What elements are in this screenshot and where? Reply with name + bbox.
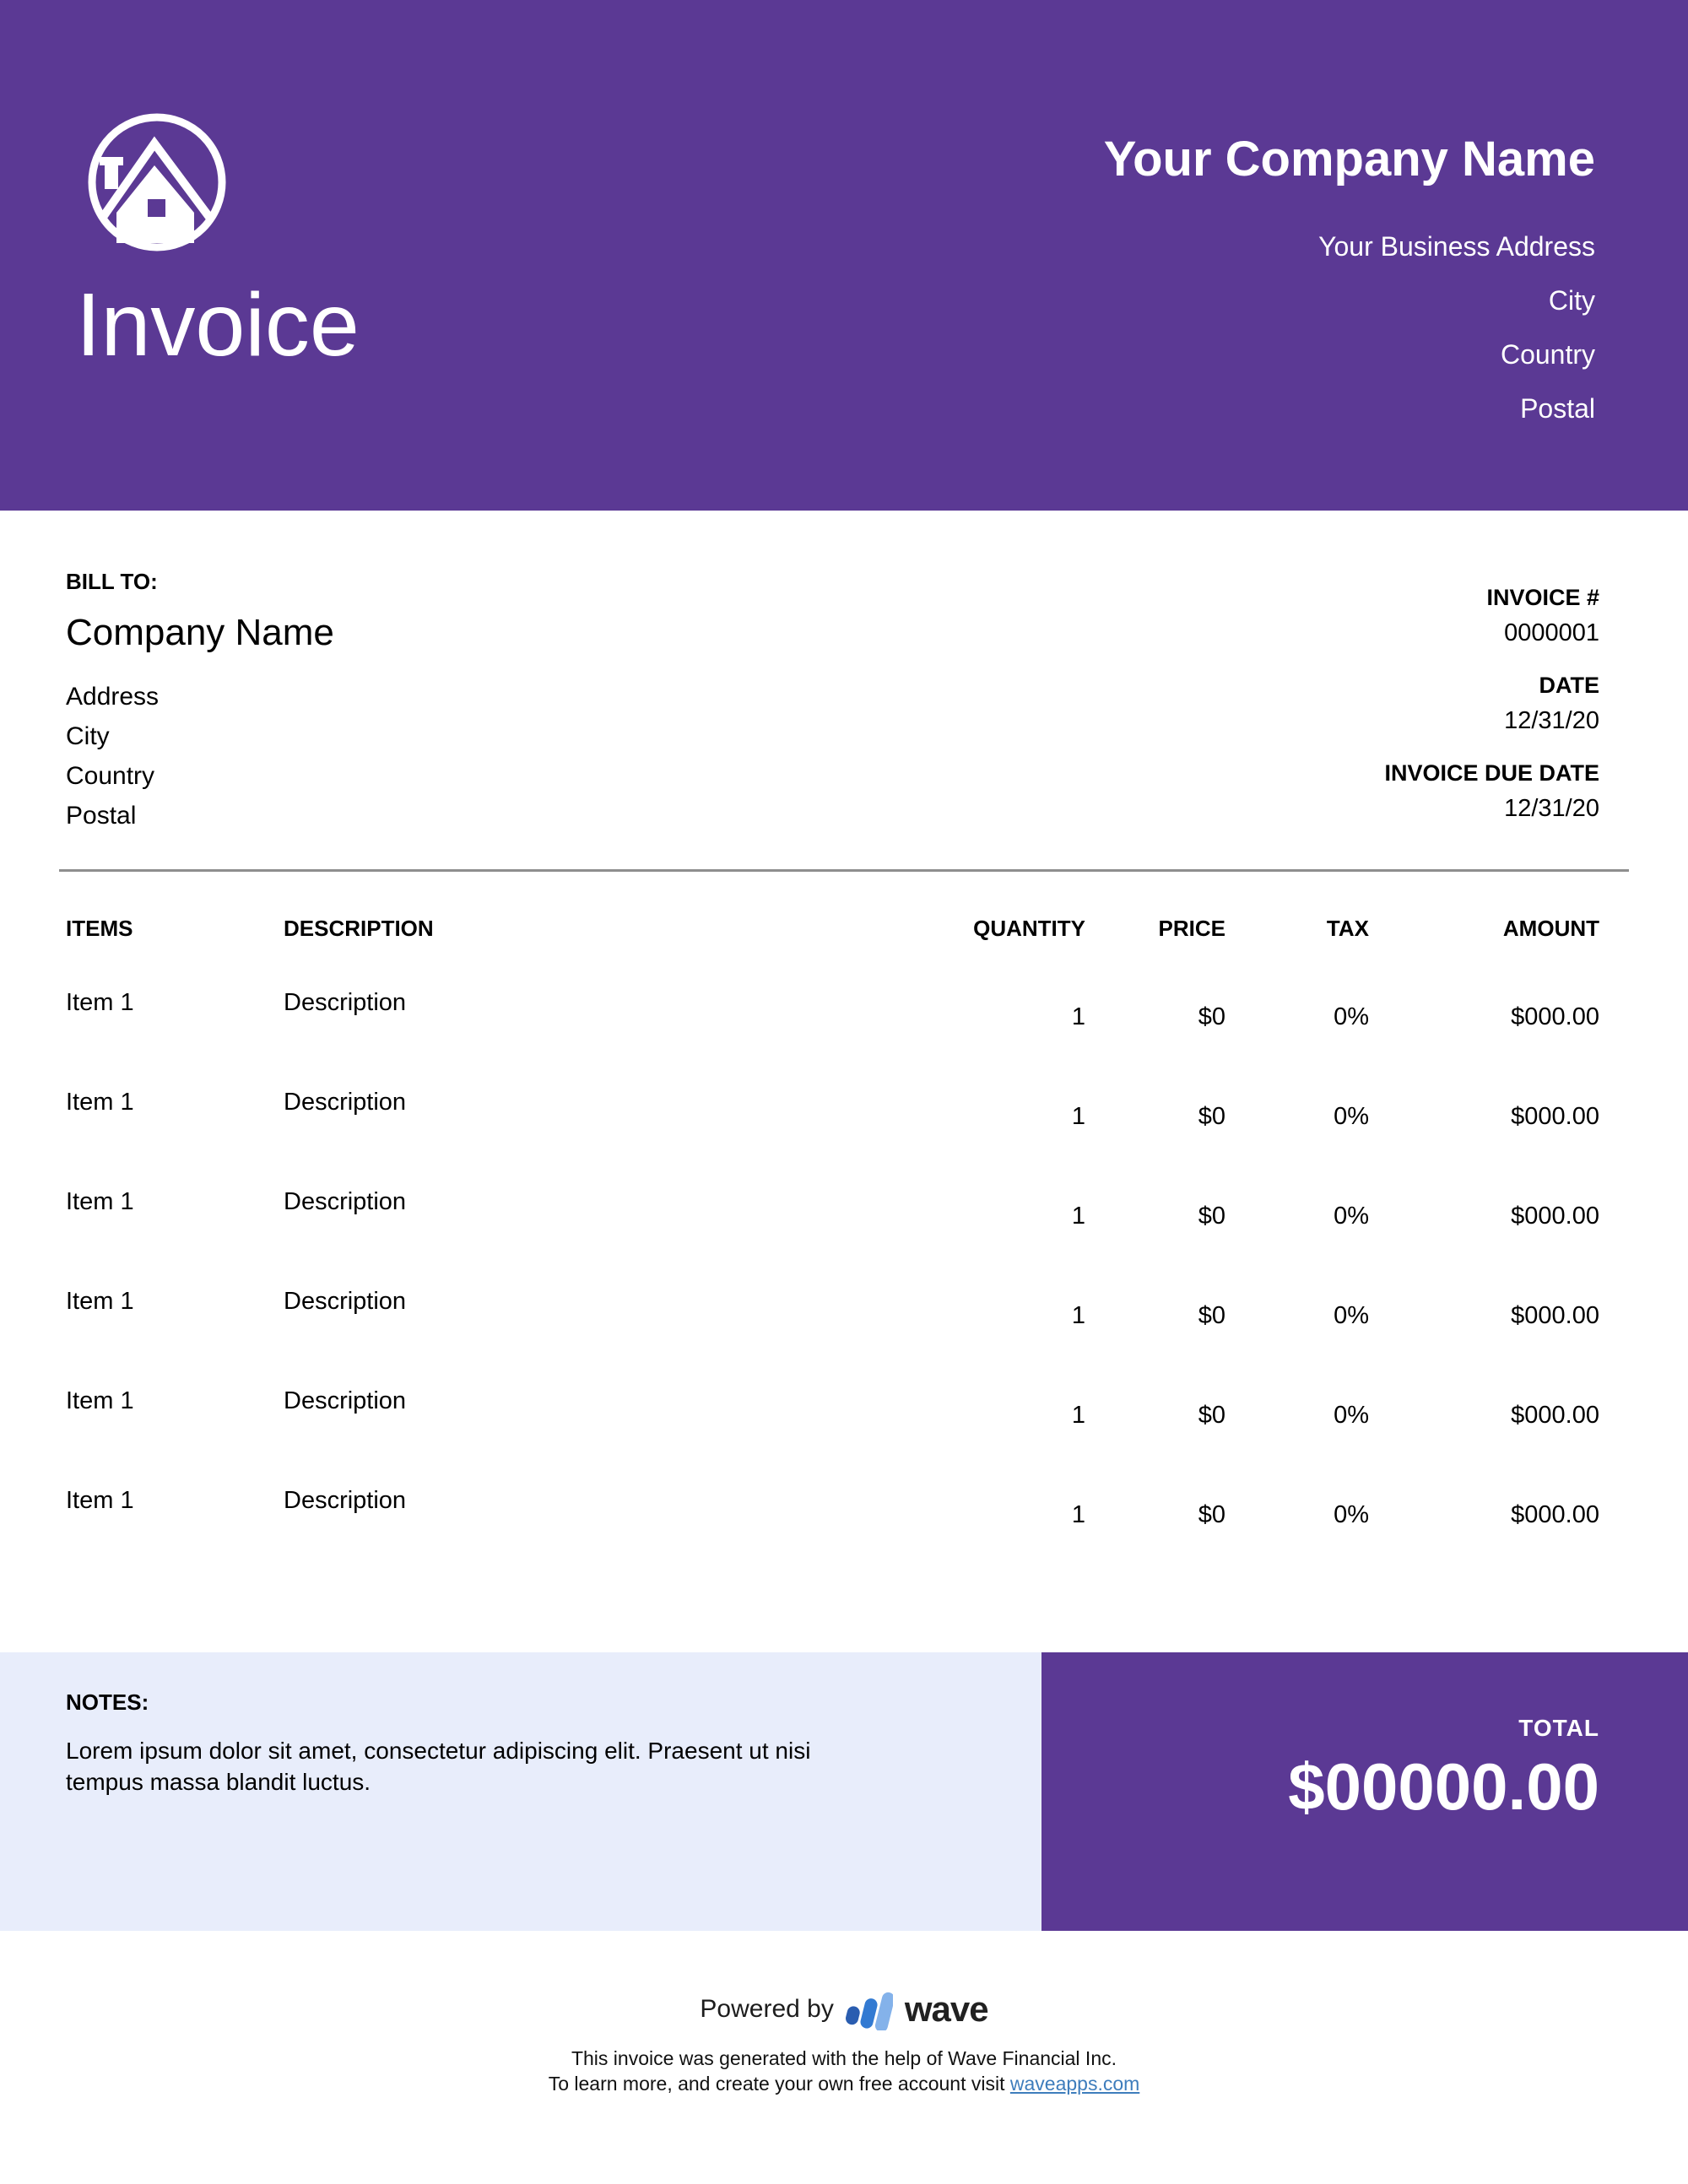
row-item: Item 1: [66, 1387, 134, 1414]
bill-to-city: City: [66, 722, 110, 750]
bill-to-country: Country: [66, 762, 155, 790]
learn-more-prefix: To learn more, and create your own free …: [548, 2073, 1010, 2095]
company-block: Your Company Name Your Business Address …: [1104, 135, 1595, 435]
table-row: Item 1 Description 1 $0 0% $000.00: [0, 1280, 1688, 1380]
waveapps-link[interactable]: waveapps.com: [1010, 2073, 1139, 2095]
row-quantity: 1: [1071, 1103, 1085, 1130]
bill-to-label: BILL TO:: [66, 569, 158, 594]
invoice-due-date-label: INVOICE DUE DATE: [1384, 760, 1599, 786]
notes-text: Lorem ipsum dolor sit amet, consectetur …: [66, 1738, 811, 1795]
company-name: Your Company Name: [1103, 132, 1595, 187]
row-price: $0: [1198, 1103, 1225, 1130]
generated-line: This invoice was generated with the help…: [571, 2047, 1117, 2069]
row-tax: 0%: [1334, 1103, 1369, 1130]
row-quantity: 1: [1071, 1203, 1085, 1230]
row-item: Item 1: [66, 1188, 134, 1215]
invoice-number-label: INVOICE #: [1486, 585, 1599, 610]
wave-brand-word: wave: [904, 1989, 989, 2029]
row-amount: $000.00: [1511, 1302, 1599, 1329]
invoice-page: Invoice Your Company Name Your Business …: [0, 0, 1688, 2184]
business-city: City: [1548, 285, 1595, 316]
row-item: Item 1: [66, 989, 134, 1016]
fine-print: This invoice was generated with the help…: [0, 2046, 1688, 2096]
header-description: DESCRIPTION: [284, 916, 434, 941]
invoice-date-label: DATE: [1539, 673, 1600, 698]
header-price: PRICE: [1158, 916, 1225, 941]
row-item: Item 1: [66, 1288, 134, 1315]
items-table-body: Item 1 Description 1 $0 0% $000.00 Item …: [0, 981, 1688, 1579]
row-item: Item 1: [66, 1487, 134, 1514]
invoice-number-value: 0000001: [1504, 619, 1599, 646]
row-price: $0: [1198, 1402, 1225, 1429]
row-quantity: 1: [1071, 1501, 1085, 1528]
row-price: $0: [1198, 1203, 1225, 1230]
row-price: $0: [1198, 1003, 1225, 1030]
row-tax: 0%: [1334, 1501, 1369, 1528]
bill-to-postal: Postal: [66, 802, 137, 830]
row-amount: $000.00: [1511, 1203, 1599, 1230]
invoice-document-title: Invoice: [76, 275, 360, 375]
powered-by-label: Powered by: [700, 1995, 834, 2023]
row-description: Description: [284, 1089, 407, 1116]
section-divider: [59, 869, 1629, 872]
row-amount: $000.00: [1511, 1003, 1599, 1030]
items-table-header: ITEMS DESCRIPTION QUANTITY PRICE TAX AMO…: [0, 916, 1688, 941]
wave-logo-icon: [845, 1992, 893, 2030]
header-amount: AMOUNT: [1502, 916, 1599, 941]
row-quantity: 1: [1071, 1302, 1085, 1329]
row-quantity: 1: [1071, 1402, 1085, 1429]
business-country: Country: [1500, 339, 1595, 370]
invoice-header: Invoice Your Company Name Your Business …: [0, 0, 1688, 511]
bill-to-block: BILL TO: Company Name Address City Count…: [66, 570, 334, 835]
notes-panel: NOTES: Lorem ipsum dolor sit amet, conse…: [0, 1652, 1041, 1931]
row-description: Description: [284, 1387, 407, 1414]
row-tax: 0%: [1334, 1402, 1369, 1429]
header-items: ITEMS: [66, 916, 133, 941]
notes-label: NOTES:: [66, 1689, 149, 1715]
total-panel: TOTAL $00000.00: [1041, 1652, 1688, 1931]
table-row: Item 1 Description 1 $0 0% $000.00: [0, 981, 1688, 1081]
header-quantity: QUANTITY: [973, 916, 1085, 941]
row-tax: 0%: [1334, 1003, 1369, 1030]
row-description: Description: [284, 1487, 407, 1514]
learn-more-line: To learn more, and create your own free …: [0, 2071, 1688, 2096]
invoice-meta-block: INVOICE # 0000001 DATE 12/31/20 INVOICE …: [1384, 587, 1599, 850]
table-row: Item 1 Description 1 $0 0% $000.00: [0, 1380, 1688, 1479]
row-amount: $000.00: [1511, 1501, 1599, 1528]
row-description: Description: [284, 989, 407, 1016]
bill-to-company: Company Name: [66, 612, 334, 653]
invoice-due-date-value: 12/31/20: [1504, 795, 1599, 822]
row-tax: 0%: [1334, 1203, 1369, 1230]
header-tax: TAX: [1326, 916, 1369, 941]
company-address: Your Business Address City Country Posta…: [1104, 219, 1595, 435]
table-row: Item 1 Description 1 $0 0% $000.00: [0, 1479, 1688, 1579]
business-postal: Postal: [1520, 393, 1595, 424]
bill-to-address: Address: [66, 683, 160, 711]
row-item: Item 1: [66, 1089, 134, 1116]
row-quantity: 1: [1071, 1003, 1085, 1030]
row-description: Description: [284, 1188, 407, 1215]
table-row: Item 1 Description 1 $0 0% $000.00: [0, 1081, 1688, 1181]
row-price: $0: [1198, 1302, 1225, 1329]
business-address-line: Your Business Address: [1318, 231, 1595, 262]
row-price: $0: [1198, 1501, 1225, 1528]
summary-band: NOTES: Lorem ipsum dolor sit amet, conse…: [0, 1652, 1688, 1931]
total-label: TOTAL: [1518, 1715, 1599, 1741]
total-amount: $00000.00: [1288, 1749, 1599, 1824]
row-description: Description: [284, 1288, 407, 1315]
row-tax: 0%: [1334, 1302, 1369, 1329]
row-amount: $000.00: [1511, 1402, 1599, 1429]
powered-by-row: Powered by wave: [0, 1980, 1688, 2039]
invoice-date-value: 12/31/20: [1504, 707, 1599, 734]
table-row: Item 1 Description 1 $0 0% $000.00: [0, 1181, 1688, 1280]
row-amount: $000.00: [1511, 1103, 1599, 1130]
house-in-circle-icon: [88, 113, 226, 251]
